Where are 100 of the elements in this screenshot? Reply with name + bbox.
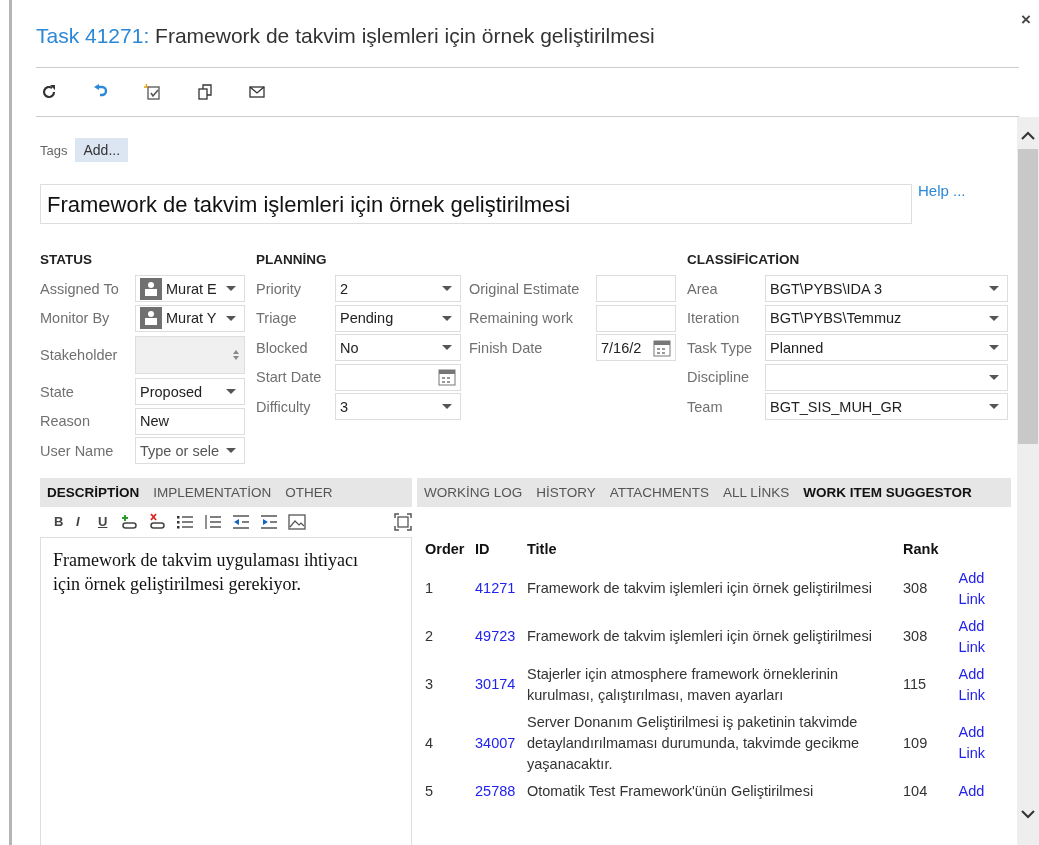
scroll-down-icon[interactable] xyxy=(1021,809,1035,819)
dropdown-field[interactable]: No xyxy=(335,334,461,362)
dropdown-field[interactable]: BGT_SIS_MUH_GR xyxy=(765,393,1008,421)
insert-link-button[interactable] xyxy=(120,512,138,531)
tab[interactable]: WORK ITEM SUGGESTOR xyxy=(803,484,972,500)
tags-label: Tags xyxy=(40,142,68,158)
table-cell-text: 2 xyxy=(424,627,435,646)
dropdown-field[interactable]: BGT\PYBS\IDA 3 xyxy=(765,275,1008,303)
column-header: ID xyxy=(474,540,491,559)
field-label: Blocked xyxy=(256,339,309,356)
dropdown-arrow-icon xyxy=(989,286,999,292)
numbered-list-icon xyxy=(204,512,222,531)
input-field[interactable]: New xyxy=(135,407,245,435)
close-button[interactable]: × xyxy=(1021,10,1031,30)
column-header: Title xyxy=(526,540,558,559)
bold-button[interactable]: B xyxy=(54,514,66,529)
outdent-button[interactable] xyxy=(232,512,250,531)
tab[interactable]: ATTACHMENTS xyxy=(609,484,710,500)
outdent-icon xyxy=(232,512,250,531)
clipboard-check-icon xyxy=(144,83,162,101)
table-cell-text: 104 xyxy=(902,781,929,801)
table-cell-text: Otomatik Test Framework'ünün Geliştirilmesi xyxy=(526,781,815,801)
add-link[interactable]: Add xyxy=(958,780,999,802)
id-link[interactable]: 34007 xyxy=(475,734,516,751)
dropdown-arrow-icon xyxy=(442,286,452,292)
input-field[interactable] xyxy=(596,304,676,332)
insert-image-button[interactable] xyxy=(288,512,306,531)
add-link[interactable]: Add Link xyxy=(958,663,999,706)
dropdown-arrow-icon xyxy=(226,286,236,292)
dropdown-arrow-icon xyxy=(442,404,452,410)
dropdown-arrow-icon xyxy=(442,345,452,351)
id-link[interactable]: 25788 xyxy=(475,782,516,799)
tab[interactable]: IMPLEMENTATİON xyxy=(153,484,272,500)
help-link[interactable]: Help ... xyxy=(918,182,966,199)
person-icon xyxy=(140,277,162,300)
dropdown-field[interactable]: Murat E xyxy=(135,275,245,303)
field-label: Monitor By xyxy=(40,310,111,327)
table-cell-text: 3 xyxy=(424,675,435,694)
section-heading: STATUS xyxy=(40,251,93,269)
field-label: Original Estimate xyxy=(469,280,581,297)
dropdown-field[interactable]: Pending xyxy=(335,304,461,332)
person-icon xyxy=(140,307,162,330)
numbered-list-button[interactable] xyxy=(204,512,222,531)
description-editor[interactable]: Framework de takvim uygulaması ihtiyacı için örnek geliştirilmesi gerekiyor. xyxy=(40,536,412,845)
column-header: Order xyxy=(424,540,466,559)
dropdown-field[interactable]: Murat Y xyxy=(135,304,245,332)
id-link[interactable]: 41271 xyxy=(475,580,516,596)
table-cell-text: 308 xyxy=(902,579,929,598)
table-cell-text: Stajerler için atmosphere framework örneklerinin kurulması, çalıştırılması, maven ayarları xyxy=(526,664,840,705)
dropdown-arrow-icon xyxy=(989,374,999,380)
scroll-up-icon[interactable] xyxy=(1021,131,1035,141)
add-link[interactable]: Add Link xyxy=(958,615,999,658)
dropdown-arrow-icon xyxy=(442,315,452,321)
id-link[interactable]: 49723 xyxy=(475,628,516,644)
field-label: Discipline xyxy=(687,369,751,386)
table-cell-text: Server Donanım Geliştirilmesi iş paketinin takvimde detaylandırılmaması durumunda, takvimde gecikme yaşanacaktır. xyxy=(526,712,861,774)
indent-button[interactable] xyxy=(260,512,278,531)
dropdown-arrow-icon xyxy=(226,389,236,395)
scrollbar-thumb[interactable] xyxy=(1018,149,1038,444)
field-label: Reason xyxy=(40,413,91,430)
dropdown-field[interactable]: BGT\PYBS\Temmuz xyxy=(765,304,1008,332)
scrollbar[interactable] xyxy=(1017,117,1039,845)
field-label: Start Date xyxy=(256,369,323,386)
dropdown-field[interactable]: Proposed xyxy=(135,378,245,406)
underline-button[interactable]: U xyxy=(98,514,110,529)
id-link[interactable]: 30174 xyxy=(475,676,516,692)
tab[interactable]: HİSTORY xyxy=(536,484,596,500)
field-label: Stakeholder xyxy=(40,347,119,363)
add-link[interactable]: Add Link xyxy=(958,567,999,610)
dropdown-arrow-icon xyxy=(989,404,999,410)
date-field[interactable] xyxy=(335,363,461,391)
dropdown-field[interactable]: 3 xyxy=(335,393,461,421)
input-field[interactable] xyxy=(596,275,676,303)
link-add-icon xyxy=(120,512,138,531)
section-heading: CLASSİFİCATİON xyxy=(687,251,801,269)
table-cell-text: 115 xyxy=(902,675,928,694)
dropdown-field[interactable]: Planned xyxy=(765,334,1008,362)
dropdown-field[interactable]: 2 xyxy=(335,275,461,303)
tab[interactable]: WORKİNG LOG xyxy=(424,484,523,500)
tab[interactable]: OTHER xyxy=(285,484,333,500)
table-cell-text: 109 xyxy=(902,733,929,753)
field-label: Finish Date xyxy=(469,339,544,356)
dropdown-arrow-icon xyxy=(226,315,236,321)
field-label: Iteration xyxy=(687,310,741,327)
italic-button[interactable]: I xyxy=(76,514,88,529)
add-link[interactable]: Add Link xyxy=(958,722,999,764)
spinner-arrows-icon xyxy=(232,349,240,361)
date-field[interactable]: 7/16/2 xyxy=(596,334,676,362)
add-tag-button[interactable]: Add... xyxy=(75,138,129,162)
field-label: Assigned To xyxy=(40,280,120,297)
maximize-button[interactable] xyxy=(394,512,412,531)
dropdown-field[interactable]: Type or sele xyxy=(135,437,245,465)
dropdown-field[interactable] xyxy=(765,363,1008,391)
remove-link-button[interactable] xyxy=(148,512,166,531)
tab[interactable]: ALL LİNKS xyxy=(723,484,790,500)
title-field[interactable]: Framework de takvim işlemleri için örnek geliştirilmesi xyxy=(40,184,912,224)
tab[interactable]: DESCRİPTİON xyxy=(47,484,140,500)
field-label: User Name xyxy=(40,442,115,459)
table-cell-text: 5 xyxy=(424,781,435,801)
dropdown-arrow-icon xyxy=(226,448,236,454)
